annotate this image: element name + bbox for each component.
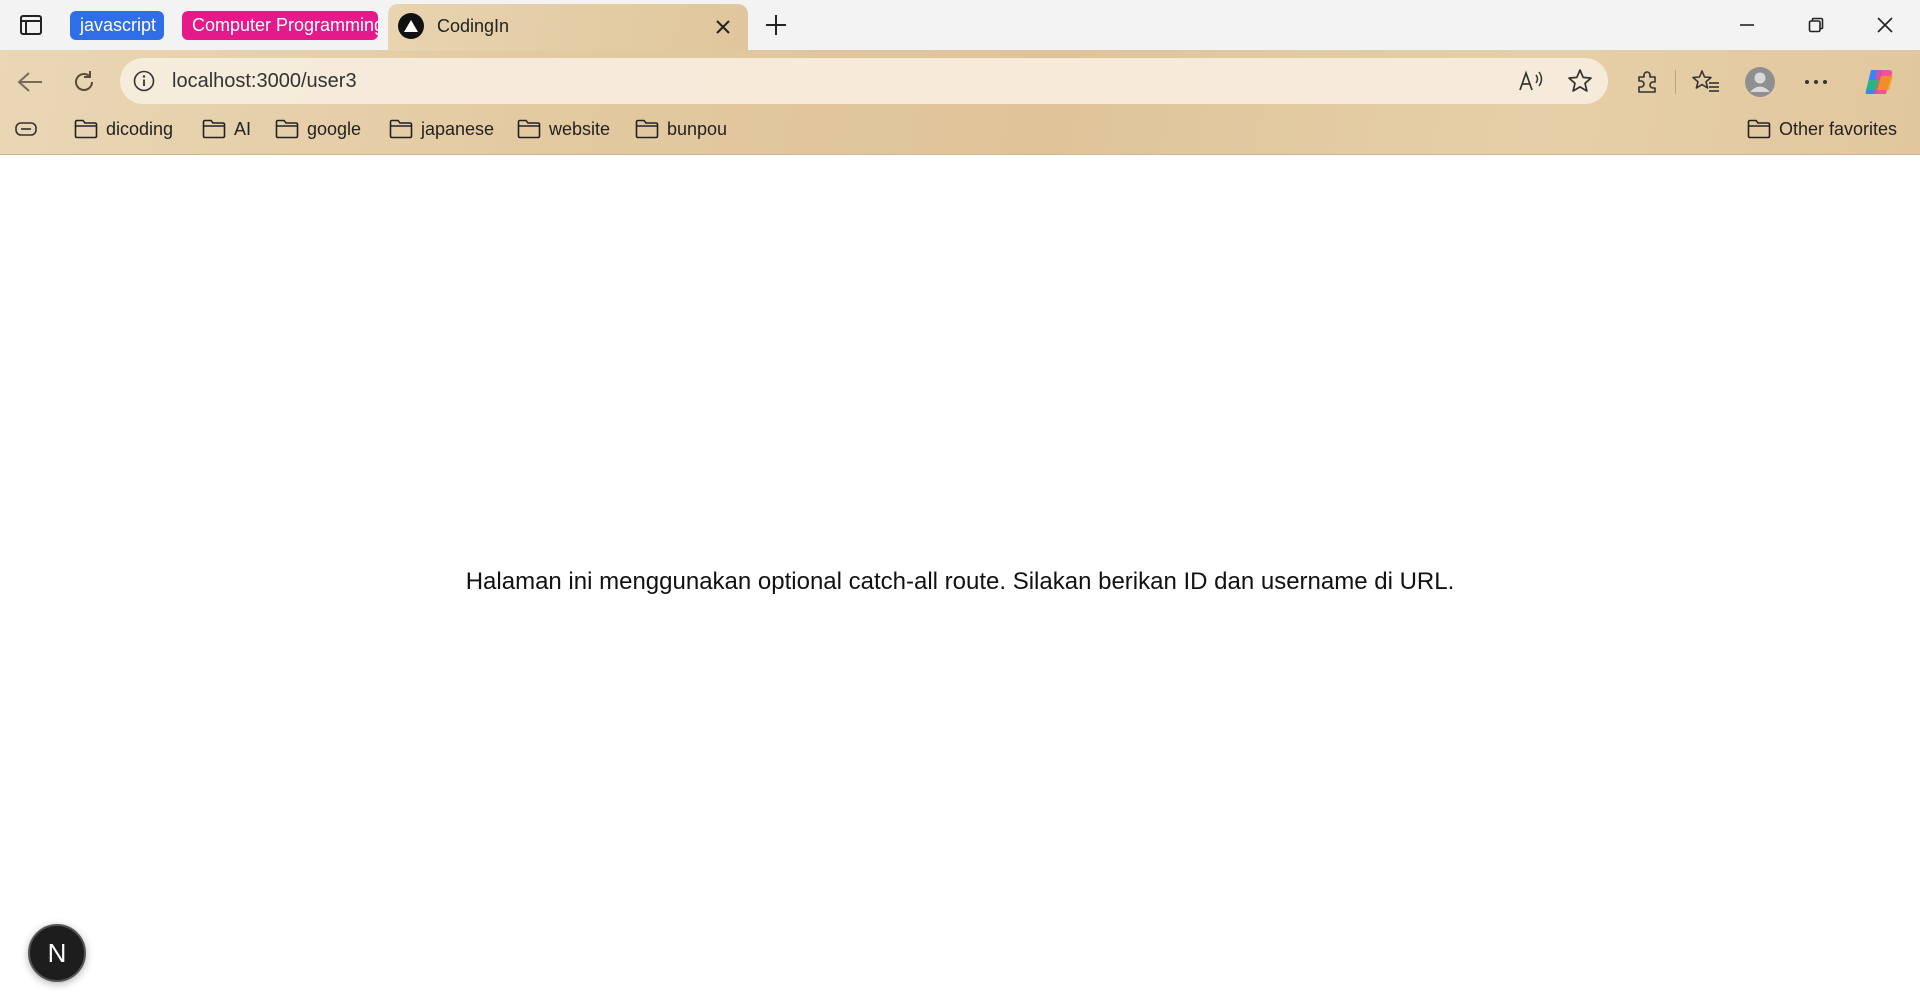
browser-chrome: javascript Computer Programming CodingIn (0, 0, 1920, 155)
settings-more-button[interactable] (1798, 64, 1834, 100)
other-favorites-label: Other favorites (1779, 118, 1898, 139)
tab-close-button[interactable] (710, 14, 736, 40)
bookmark-label: dicoding (106, 118, 174, 139)
folder-icon (517, 119, 541, 139)
bookmark-label: japanese (421, 118, 495, 139)
favorites-list-icon (1692, 70, 1719, 92)
tab-actions-icon (20, 15, 42, 35)
folder-icon (1747, 119, 1771, 139)
bookmark-folder-dicoding[interactable]: dicoding (74, 115, 173, 143)
back-button[interactable] (12, 64, 48, 100)
other-favorites-folder[interactable]: Other favorites (1747, 115, 1897, 143)
close-icon (1877, 17, 1893, 33)
nextjs-dev-tools-button[interactable]: N (28, 924, 86, 982)
plus-icon (766, 15, 786, 35)
url-text[interactable]: localhost:3000/user3 (172, 69, 357, 93)
back-arrow-icon (17, 72, 42, 92)
copilot-icon (1865, 70, 1893, 94)
tab-collections-icon[interactable] (14, 119, 38, 139)
bookmark-label: website (549, 118, 611, 139)
tab-group-javascript[interactable]: javascript (70, 11, 164, 40)
profile-button[interactable] (1742, 64, 1778, 100)
folder-icon (202, 119, 226, 139)
bookmark-label: google (307, 118, 362, 139)
close-window-button[interactable] (1862, 8, 1908, 42)
puzzle-icon (1638, 71, 1656, 93)
favorites-button[interactable] (1688, 64, 1724, 100)
more-dots-icon (1805, 80, 1827, 84)
address-bar[interactable]: localhost:3000/user3 (120, 58, 1608, 104)
star-icon (1568, 69, 1592, 92)
bookmark-label: bunpou (667, 118, 728, 139)
bookmark-folder-japanese[interactable]: japanese (389, 115, 494, 143)
page-content: Halaman ini menggunakan optional catch-a… (0, 156, 1920, 1008)
nextjs-triangle-icon (398, 13, 424, 39)
restore-icon (1808, 17, 1824, 33)
tab-group-computer-programming[interactable]: Computer Programming (182, 11, 378, 40)
restore-button[interactable] (1793, 8, 1839, 42)
new-tab-button[interactable] (760, 10, 792, 40)
site-info-icon[interactable] (132, 69, 156, 93)
copilot-button[interactable] (1862, 64, 1898, 100)
bookmark-folder-ai[interactable]: AI (202, 115, 251, 143)
folder-icon (635, 119, 659, 139)
read-aloud-button[interactable] (1518, 68, 1546, 94)
page-message: Halaman ini menggunakan optional catch-a… (465, 568, 1455, 595)
minimize-icon (1740, 24, 1754, 26)
bookmark-label: AI (234, 118, 252, 139)
toolbar-divider (1675, 70, 1676, 94)
bookmark-folder-bunpou[interactable]: bunpou (635, 115, 727, 143)
bookmark-folder-google[interactable]: google (275, 115, 361, 143)
tab-codingin[interactable]: CodingIn (388, 4, 748, 51)
refresh-icon (75, 71, 93, 91)
folder-icon (275, 119, 299, 139)
folder-icon (389, 119, 413, 139)
avatar-icon (1745, 67, 1775, 97)
favorite-star-button[interactable] (1566, 68, 1594, 94)
close-icon (716, 20, 730, 34)
extensions-button[interactable] (1629, 64, 1665, 100)
tab-title: CodingIn (437, 16, 510, 36)
tab-actions-button[interactable] (14, 11, 48, 39)
read-aloud-icon (1519, 70, 1543, 91)
refresh-button[interactable] (66, 64, 102, 100)
folder-icon (74, 119, 98, 139)
minimize-button[interactable] (1724, 8, 1770, 42)
tab-strip: javascript Computer Programming CodingIn (0, 0, 1920, 51)
bookmark-folder-website[interactable]: website (517, 115, 610, 143)
bookmarks-bar: dicoding AI google japanese website bunp… (0, 112, 1920, 146)
